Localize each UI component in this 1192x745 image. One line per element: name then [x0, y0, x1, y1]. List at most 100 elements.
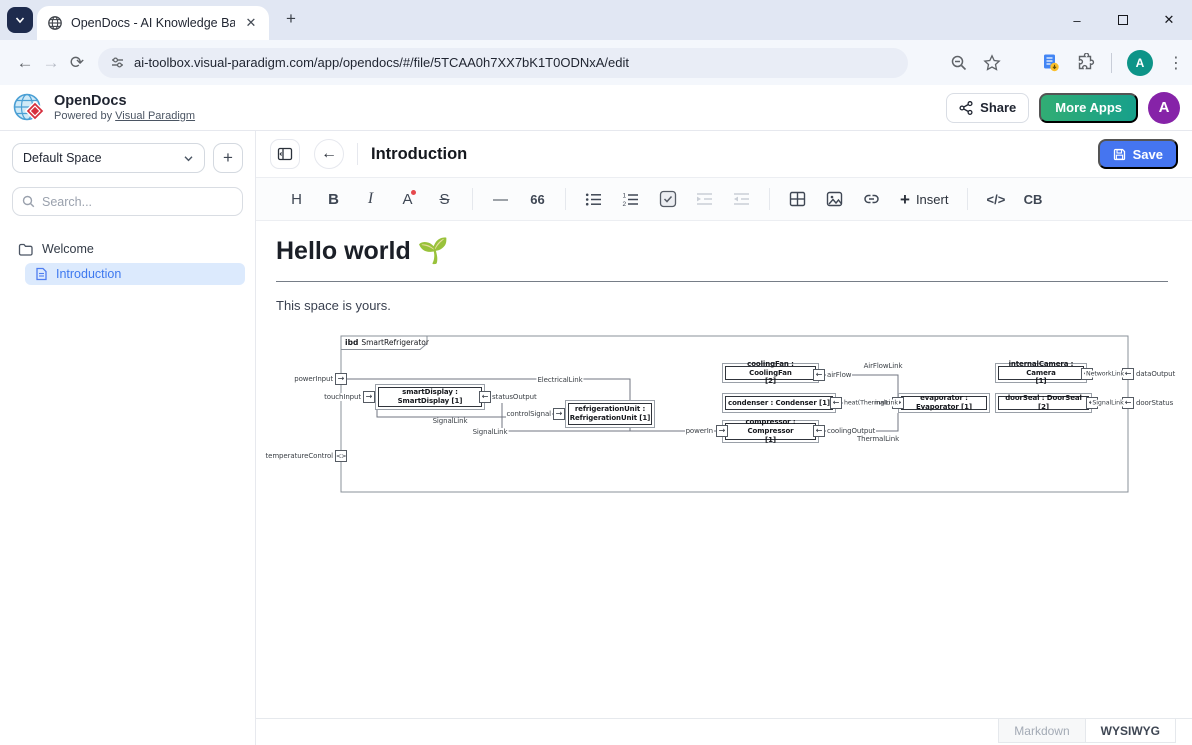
- docs-extension-icon[interactable]: [1041, 53, 1061, 73]
- doc-paragraph[interactable]: This space is yours.: [276, 298, 391, 313]
- folder-icon: [18, 243, 33, 256]
- add-space-button[interactable]: +: [213, 143, 243, 173]
- image-icon: [826, 191, 843, 207]
- insert-button[interactable]: + Insert: [890, 184, 958, 214]
- table-button[interactable]: [779, 184, 816, 214]
- new-tab-button[interactable]: +: [282, 11, 300, 29]
- heading-button[interactable]: H: [278, 184, 315, 214]
- italic-button[interactable]: I: [352, 184, 389, 214]
- window-minimize-button[interactable]: –: [1054, 0, 1100, 40]
- document-body[interactable]: Hello world 🌱 This space is yours. ibdSm…: [256, 221, 1192, 718]
- bold-button[interactable]: B: [315, 184, 352, 214]
- toggle-sidebar-button[interactable]: [270, 139, 300, 169]
- plus-icon: +: [900, 191, 910, 208]
- diagram-label: NetworkLink: [1085, 371, 1125, 378]
- blockquote-button[interactable]: 66: [519, 184, 556, 214]
- diagram-label: SignalLink: [472, 428, 509, 436]
- window-maximize-button[interactable]: [1100, 0, 1146, 40]
- port-icon: →: [553, 408, 565, 420]
- numbered-list-icon: 1 2: [622, 192, 639, 207]
- tab-markdown[interactable]: Markdown: [998, 719, 1085, 743]
- code-block-button[interactable]: CB: [1014, 184, 1051, 214]
- sidebar-item-label: Welcome: [42, 242, 94, 256]
- frame-label: ibdSmartRefrigerator: [345, 338, 429, 347]
- maximize-icon: [1118, 15, 1128, 25]
- diagram-label: heat(ThermalLink: [843, 400, 899, 407]
- back-button[interactable]: ←: [314, 139, 344, 169]
- toolbar-divider: [565, 188, 566, 210]
- search-input[interactable]: Search...: [12, 187, 243, 216]
- bullet-list-button[interactable]: [575, 184, 612, 214]
- diagram-label: powerIn: [685, 427, 714, 435]
- port-icon: →: [363, 391, 375, 403]
- diagram-label: touchInput: [323, 393, 362, 401]
- task-list-button[interactable]: [649, 184, 686, 214]
- outdent-button[interactable]: [723, 184, 760, 214]
- reload-icon[interactable]: ⟳: [64, 53, 90, 73]
- horizontal-rule-button[interactable]: —: [482, 184, 519, 214]
- zoom-out-icon[interactable]: [950, 54, 968, 72]
- site-settings-icon[interactable]: [110, 55, 125, 70]
- bullet-list-icon: [585, 192, 602, 207]
- diagram-label: ThermalLink: [857, 435, 899, 443]
- sidebar-item-welcome[interactable]: Welcome: [12, 238, 243, 260]
- visual-paradigm-link[interactable]: Visual Paradigm: [115, 110, 195, 122]
- heading-underline: [276, 281, 1168, 282]
- strikethrough-button[interactable]: S: [426, 184, 463, 214]
- forward-icon[interactable]: →: [38, 53, 64, 73]
- image-button[interactable]: [816, 184, 853, 214]
- browser-toolbar: ← → ⟳ ai-toolbox.visual-paradigm.com/app…: [0, 40, 1192, 85]
- toolbar-divider: [967, 188, 968, 210]
- tab-search-button[interactable]: [7, 7, 33, 33]
- svg-text:1: 1: [623, 192, 627, 199]
- save-button[interactable]: Save: [1098, 139, 1178, 169]
- space-selector[interactable]: Default Space: [12, 143, 205, 173]
- port-icon: ←: [830, 397, 842, 409]
- inline-code-button[interactable]: </>: [977, 184, 1014, 214]
- port-icon: →: [716, 425, 728, 437]
- numbered-list-button[interactable]: 1 2: [612, 184, 649, 214]
- block-internal-camera: internalCamera : Camera[1]: [995, 363, 1087, 383]
- sidebar-item-introduction[interactable]: Introduction: [25, 263, 245, 285]
- back-icon[interactable]: ←: [12, 53, 38, 73]
- page-title: Introduction: [371, 145, 467, 164]
- indent-icon: [696, 192, 713, 206]
- more-apps-button[interactable]: More Apps: [1039, 93, 1138, 123]
- browser-window: OpenDocs - AI Knowledge Base ✕ + – ✕ ← →…: [0, 0, 1192, 745]
- toolbar-divider: [472, 188, 473, 210]
- tab-close-icon[interactable]: ✕: [243, 15, 259, 31]
- link-button[interactable]: [853, 184, 890, 214]
- doc-header: ← Introduction Save: [256, 131, 1192, 178]
- address-bar[interactable]: ai-toolbox.visual-paradigm.com/app/opend…: [98, 48, 908, 78]
- checkbox-icon: [659, 190, 677, 208]
- tab-wysiwyg[interactable]: WYSIWYG: [1086, 719, 1176, 743]
- svg-text:2: 2: [623, 200, 627, 206]
- diagram[interactable]: ibdSmartRefrigeratorsmartDisplay :SmartD…: [277, 333, 1187, 503]
- browser-menu-icon[interactable]: ⋮: [1168, 53, 1180, 73]
- favicon-globe-icon: [47, 15, 63, 31]
- browser-tab[interactable]: OpenDocs - AI Knowledge Base ✕: [37, 6, 269, 40]
- back-arrow-icon: ←: [321, 145, 337, 163]
- editor-main: ← Introduction Save H B I A S — 66: [256, 131, 1192, 745]
- insert-label: Insert: [916, 192, 949, 207]
- window-close-button[interactable]: ✕: [1146, 0, 1192, 40]
- diagram-label: SignalLink: [1091, 400, 1124, 407]
- user-avatar[interactable]: A: [1148, 92, 1180, 124]
- outdent-icon: [733, 192, 750, 206]
- doc-heading[interactable]: Hello world 🌱: [276, 237, 449, 266]
- indent-button[interactable]: [686, 184, 723, 214]
- color-dot: [411, 190, 416, 195]
- chevron-down-icon: [183, 153, 194, 164]
- diagram-label: SignalLink: [433, 417, 468, 425]
- diagram-label: powerInput: [294, 375, 333, 383]
- extensions-puzzle-icon[interactable]: [1076, 53, 1096, 73]
- table-icon: [789, 191, 806, 207]
- diagram-label: dataOutput: [1136, 370, 1175, 378]
- font-color-button[interactable]: A: [389, 184, 426, 214]
- search-icon: [22, 195, 35, 208]
- bookmark-star-icon[interactable]: [983, 54, 1001, 72]
- browser-profile-avatar[interactable]: A: [1127, 50, 1153, 76]
- port-icon: ←: [813, 425, 825, 437]
- editor-toolbar: H B I A S — 66 1 2: [256, 178, 1192, 221]
- share-button[interactable]: Share: [946, 93, 1029, 123]
